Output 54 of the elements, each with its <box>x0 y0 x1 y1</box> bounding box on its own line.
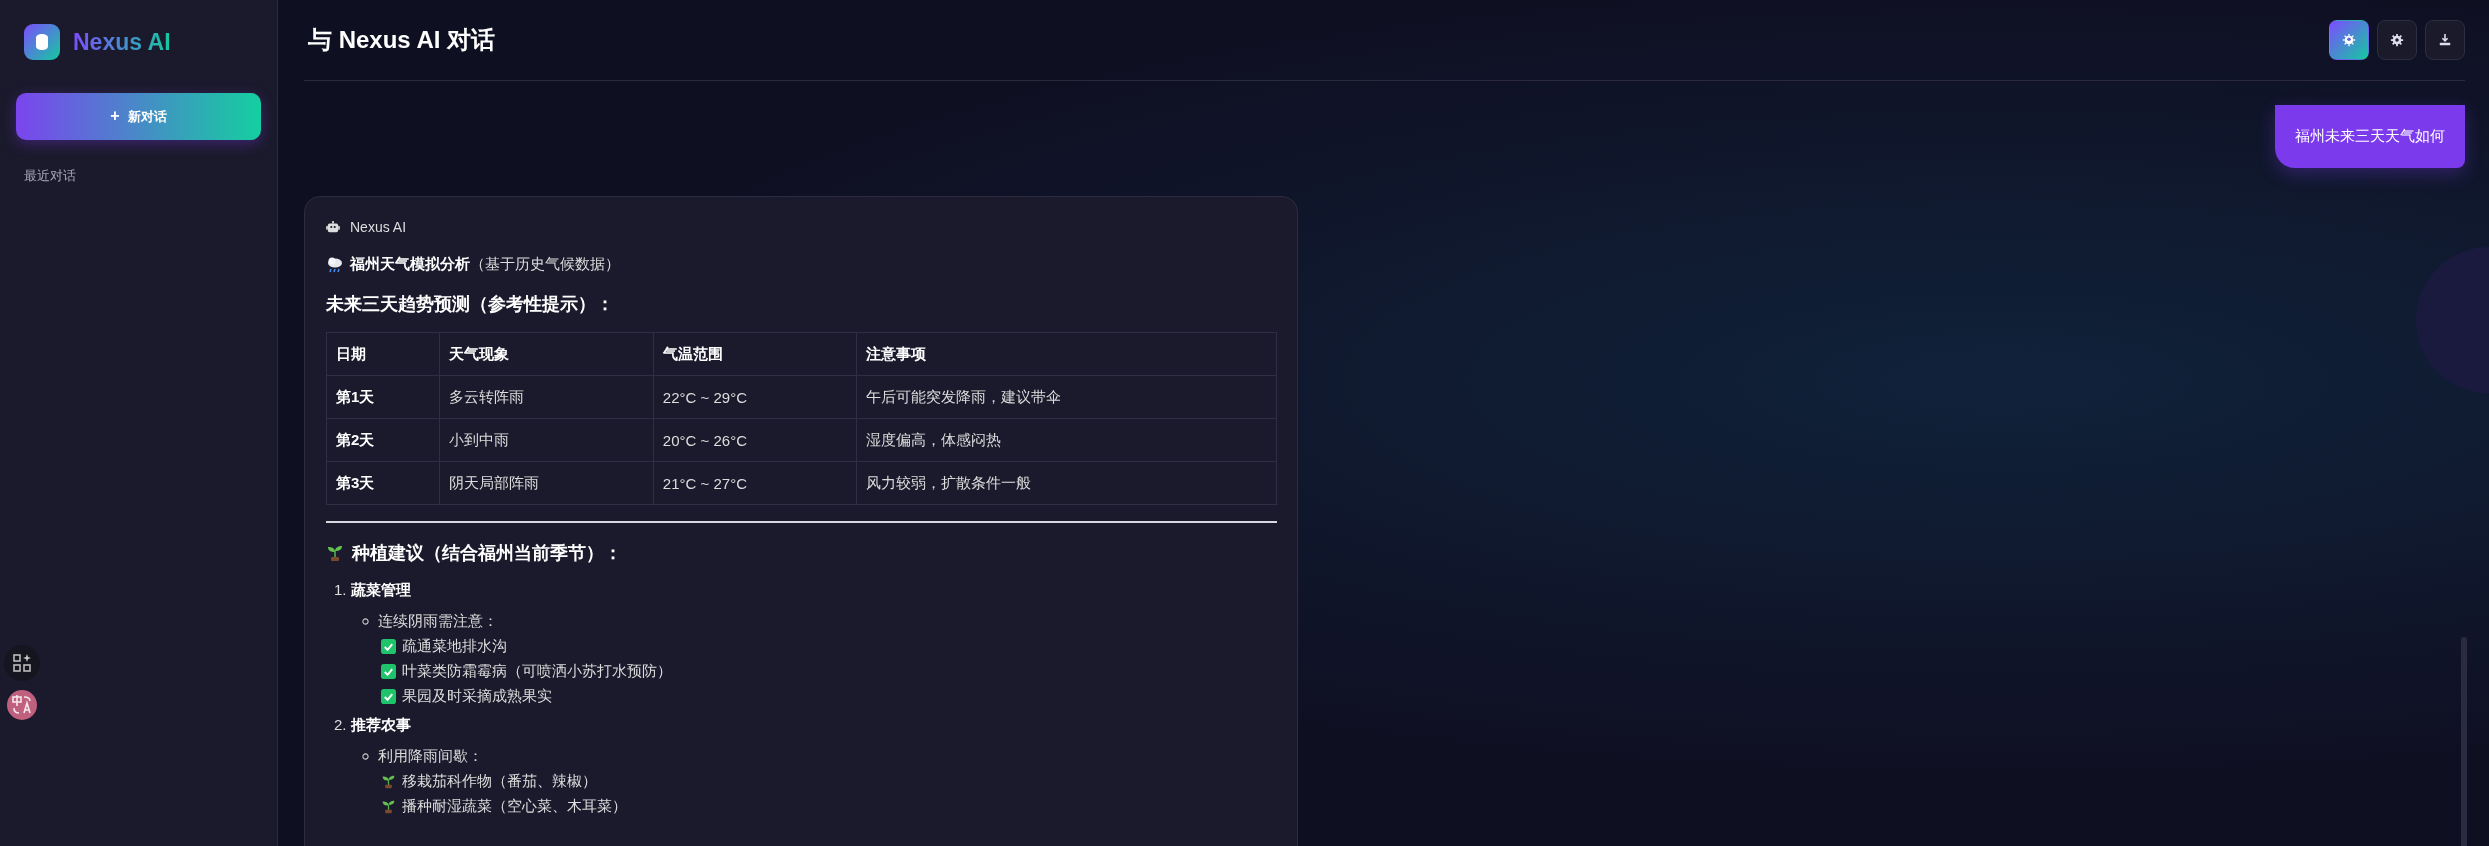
table-cell: 午后可能突发降雨，建议带伞 <box>856 375 1277 419</box>
list-number: 1. <box>334 581 347 600</box>
column-header: 注意事项 <box>856 332 1277 376</box>
list-item: 果园及时采摘成熟果实 <box>402 687 552 706</box>
user-message: 福州未来三天天气如何 <box>2275 105 2465 168</box>
robot-icon <box>326 221 340 233</box>
table-cell: 湿度偏高，体感闷热 <box>856 418 1277 462</box>
table-cell: 22°C ~ 29°C <box>653 375 856 419</box>
check-icon <box>381 689 396 704</box>
sun-icon <box>2342 33 2356 47</box>
table-cell: 21°C ~ 27°C <box>653 461 856 505</box>
list-title: 蔬菜管理 <box>350 581 411 600</box>
scrollbar[interactable] <box>2461 637 2467 846</box>
list-item: 连续阴雨需注意： <box>378 612 498 631</box>
section-heading: 种植建议（结合福州当前季节）： <box>352 542 622 565</box>
section-heading: 未来三天趋势预测（参考性提示）： <box>326 293 615 316</box>
recent-heading: 最近对话 <box>23 167 77 185</box>
chat-title: 与 Nexus AI 对话 <box>308 25 496 55</box>
table-cell: 第2天 <box>326 418 440 462</box>
list-number: 2. <box>334 716 347 735</box>
list-item: 播种耐湿蔬菜（空心菜、木耳菜） <box>402 797 627 816</box>
table-cell: 小到中雨 <box>439 418 654 462</box>
download-button[interactable] <box>2425 20 2465 60</box>
sprout-icon <box>381 799 396 814</box>
list-title: 推荐农事 <box>350 716 411 735</box>
table-cell: 阴天局部阵雨 <box>439 461 654 505</box>
apps-icon[interactable] <box>4 645 40 681</box>
column-header: 天气现象 <box>439 332 654 376</box>
sprout-icon <box>381 774 396 789</box>
settings-button[interactable] <box>2377 20 2417 60</box>
table-cell: 第1天 <box>326 375 440 419</box>
column-header: 气温范围 <box>653 332 856 376</box>
table-cell: 多云转阵雨 <box>439 375 654 419</box>
table-cell: 风力较弱，扩散条件一般 <box>856 461 1277 505</box>
list-item: 疏通菜地排水沟 <box>402 637 507 656</box>
settings-icon <box>2390 33 2404 47</box>
translate-icon[interactable] <box>4 687 40 723</box>
table-cell: 20°C ~ 26°C <box>653 418 856 462</box>
theme-button[interactable] <box>2329 20 2369 60</box>
download-icon <box>2438 33 2452 47</box>
list-item: 叶菜类防霜霉病（可喷洒小苏打水预防） <box>402 662 672 681</box>
check-icon <box>381 639 396 654</box>
bullet-icon <box>362 753 369 760</box>
column-header: 日期 <box>326 332 440 376</box>
list-item: 利用降雨间歇： <box>378 747 483 766</box>
sender-name: Nexus AI <box>350 219 407 235</box>
list-item: 移栽茄科作物（番茄、辣椒） <box>402 772 597 791</box>
check-icon <box>381 664 396 679</box>
sprout-icon <box>326 544 344 562</box>
rain-cloud-icon <box>326 255 344 274</box>
table-cell: 第3天 <box>326 461 440 505</box>
bullet-icon <box>362 618 369 625</box>
analysis-title: 福州天气模拟分析（基于历史气候数据） <box>350 255 620 274</box>
new-chat-button[interactable]: + 新对话 <box>16 93 261 140</box>
